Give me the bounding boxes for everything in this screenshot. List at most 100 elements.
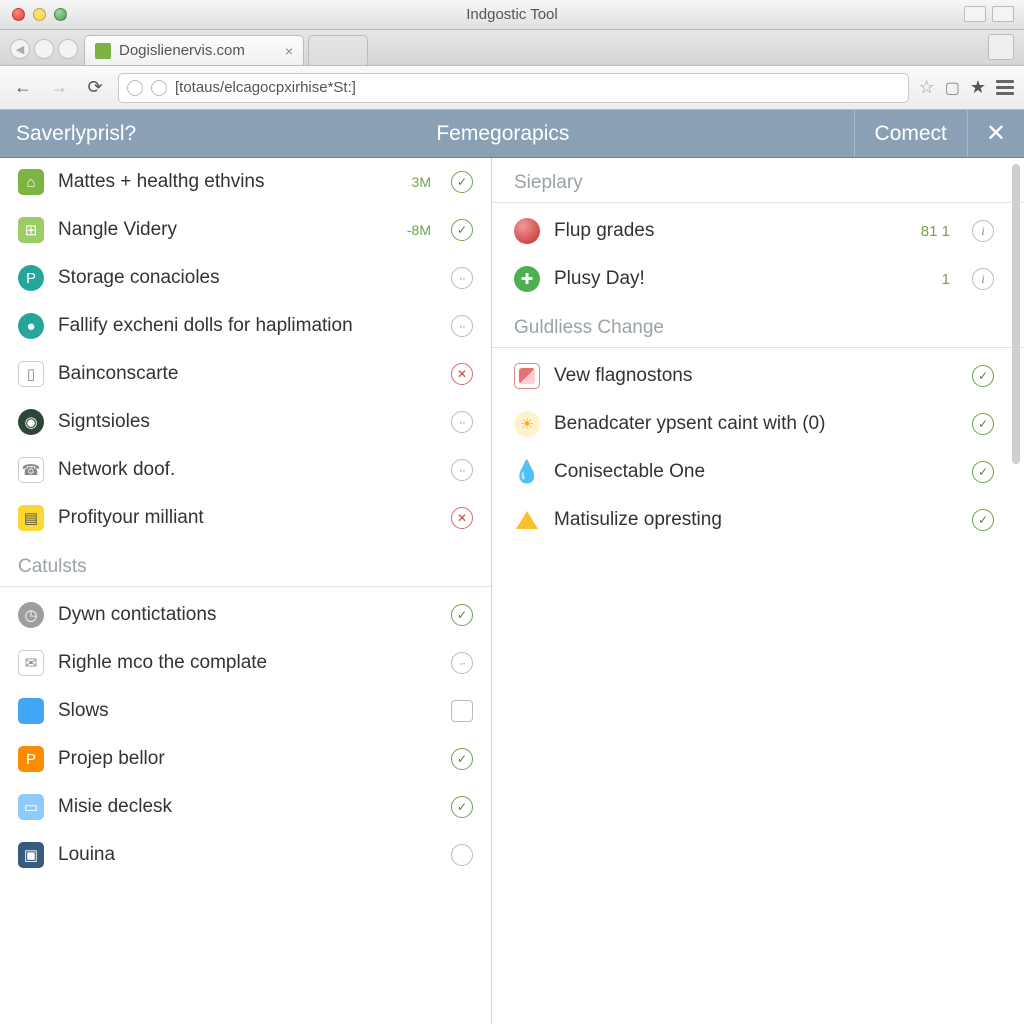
list-item[interactable]: P Storage conacioles — [0, 254, 491, 302]
tab-history-fwd-icon[interactable] — [58, 39, 78, 59]
battery-icon: ▯ — [18, 361, 44, 387]
browser-tabs-overflow-button[interactable] — [988, 34, 1014, 60]
tab-history-back-icon[interactable]: ◀ — [10, 39, 30, 59]
seal-icon: ◉ — [18, 409, 44, 435]
content-pane: Sieplary Flup grades81 1✚Plusy Day!1 Gul… — [492, 158, 1024, 1024]
pill-icon — [514, 363, 540, 389]
list-item-label: Dywn contictations — [58, 604, 437, 626]
status-indicator — [451, 652, 473, 674]
nav-forward-button[interactable]: → — [46, 75, 72, 101]
list-item-label: Flup grades — [554, 220, 907, 242]
app-icon: ▣ — [18, 842, 44, 868]
tab-history-mid-icon[interactable] — [34, 39, 54, 59]
list-item-label: Storage conacioles — [58, 267, 437, 289]
window-titlebar: Indgostic Tool — [0, 0, 1024, 30]
status-indicator — [972, 365, 994, 387]
window-right-controls — [964, 6, 1014, 22]
status-indicator — [451, 459, 473, 481]
list-item-meta: 3M — [412, 174, 431, 190]
status-indicator — [972, 220, 994, 242]
sidebar-section-header: Catulsts — [0, 542, 491, 587]
bookmark-filled-icon[interactable]: ★ — [970, 77, 986, 98]
list-item[interactable]: ⌂Mattes + healthg ethvins3M — [0, 158, 491, 206]
phone-icon: ☎ — [18, 457, 44, 483]
list-item-label: Bainconscarte — [58, 363, 437, 385]
list-item[interactable]: 💧Conisectable One — [492, 448, 1024, 496]
url-bar[interactable]: [totaus/elcagocpxirhise*St:] — [118, 73, 909, 103]
status-indicator[interactable] — [451, 700, 473, 722]
list-item-label: Profityour milliant — [58, 507, 437, 529]
status-indicator — [972, 268, 994, 290]
p-icon: P — [18, 265, 44, 291]
red-icon — [514, 218, 540, 244]
main-split: ⌂Mattes + healthg ethvins3M ⊞ Nangle Vider… — [0, 158, 1024, 1024]
list-item-label: Slows — [58, 700, 437, 722]
window-title: Indgostic Tool — [0, 6, 1024, 23]
window-aux-button-2[interactable] — [992, 6, 1014, 22]
status-indicator — [972, 509, 994, 531]
list-item-label: Fallify excheni dolls for haplimation — [58, 315, 437, 337]
list-item-label: Righle mco the complate — [58, 652, 437, 674]
list-item[interactable]: Slows — [0, 687, 491, 735]
browser-tab-active[interactable]: Dogislienervis.com × — [84, 35, 304, 65]
app-header-left[interactable]: Saverlyprisl? — [0, 122, 152, 146]
tab-label: Dogislienervis.com — [119, 42, 245, 59]
connect-button[interactable]: Comect — [854, 110, 967, 157]
list-item[interactable]: ⊞Nangle Videry-8M — [0, 206, 491, 254]
note-icon: ▤ — [18, 505, 44, 531]
app-header-title: Femegorapics — [152, 122, 853, 146]
tab-close-icon[interactable]: × — [285, 43, 293, 59]
app-close-button[interactable]: ✕ — [967, 110, 1024, 157]
browser-toolbar: ← → ⟳ [totaus/elcagocpxirhise*St:] ☆ ▢ ★ — [0, 66, 1024, 110]
list-item[interactable]: ▣Louina — [0, 831, 491, 879]
list-item-label: Vew flagnostons — [554, 365, 958, 387]
shield-icon[interactable]: ▢ — [945, 78, 960, 98]
list-item-label: Network doof. — [58, 459, 437, 481]
status-indicator — [451, 796, 473, 818]
scrollbar[interactable] — [1012, 164, 1020, 464]
status-indicator — [451, 604, 473, 626]
list-item[interactable]: Matisulize opresting — [492, 496, 1024, 544]
dot-icon: ● — [18, 313, 44, 339]
list-item[interactable]: PProjep bellor — [0, 735, 491, 783]
status-indicator[interactable] — [451, 844, 473, 866]
list-item[interactable]: ✉Righle mco the complate — [0, 639, 491, 687]
status-indicator — [451, 748, 473, 770]
bookmark-outline-icon[interactable]: ☆ — [919, 77, 935, 98]
window-aux-button-1[interactable] — [964, 6, 986, 22]
list-item[interactable]: ● Fallify excheni dolls for haplimation — [0, 302, 491, 350]
list-item[interactable]: ▯ Bainconscarte — [0, 350, 491, 398]
site-info-icon[interactable] — [151, 80, 167, 96]
grid-icon: ⊞ — [18, 217, 44, 243]
list-item-meta: 81 1 — [921, 223, 950, 240]
list-item[interactable]: ✚Plusy Day!1 — [492, 255, 1024, 303]
list-item[interactable]: Flup grades 81 1 — [492, 207, 1024, 255]
status-indicator — [972, 413, 994, 435]
list-item[interactable]: Vew flagnostons — [492, 352, 1024, 400]
clock-icon: ◷ — [18, 602, 44, 628]
list-item[interactable]: ▭Misie declesk — [0, 783, 491, 831]
tri-icon — [514, 507, 540, 533]
briefcase-icon: ⌂ — [18, 169, 44, 195]
list-item[interactable]: ◉Signtsioles — [0, 398, 491, 446]
site-identity-icon[interactable] — [127, 80, 143, 96]
sun-icon: ☀ — [514, 411, 540, 437]
status-indicator — [451, 219, 473, 241]
list-item[interactable]: ◷ Dywn contictations — [0, 591, 491, 639]
status-indicator — [451, 363, 473, 385]
nav-reload-button[interactable]: ⟳ — [82, 75, 108, 101]
list-item[interactable]: ▤ Profityour milliant — [0, 494, 491, 542]
drop-icon: 💧 — [514, 459, 540, 485]
list-item-label: Projep bellor — [58, 748, 437, 770]
monitor-icon — [18, 698, 44, 724]
url-text: [totaus/elcagocpxirhise*St:] — [175, 79, 356, 96]
browser-tabstrip: ◀ Dogislienervis.com × — [0, 30, 1024, 66]
browser-menu-button[interactable] — [996, 80, 1014, 95]
list-item-label: Misie declesk — [58, 796, 437, 818]
nav-back-button[interactable]: ← — [10, 75, 36, 101]
list-item[interactable]: ☎ Network doof. — [0, 446, 491, 494]
browser-tab-new[interactable] — [308, 35, 368, 65]
list-item-label: Nangle Videry — [58, 219, 393, 241]
content-section-1-header: Sieplary — [492, 158, 1024, 203]
list-item[interactable]: ☀Benadcater ypsent caint with (0) — [492, 400, 1024, 448]
